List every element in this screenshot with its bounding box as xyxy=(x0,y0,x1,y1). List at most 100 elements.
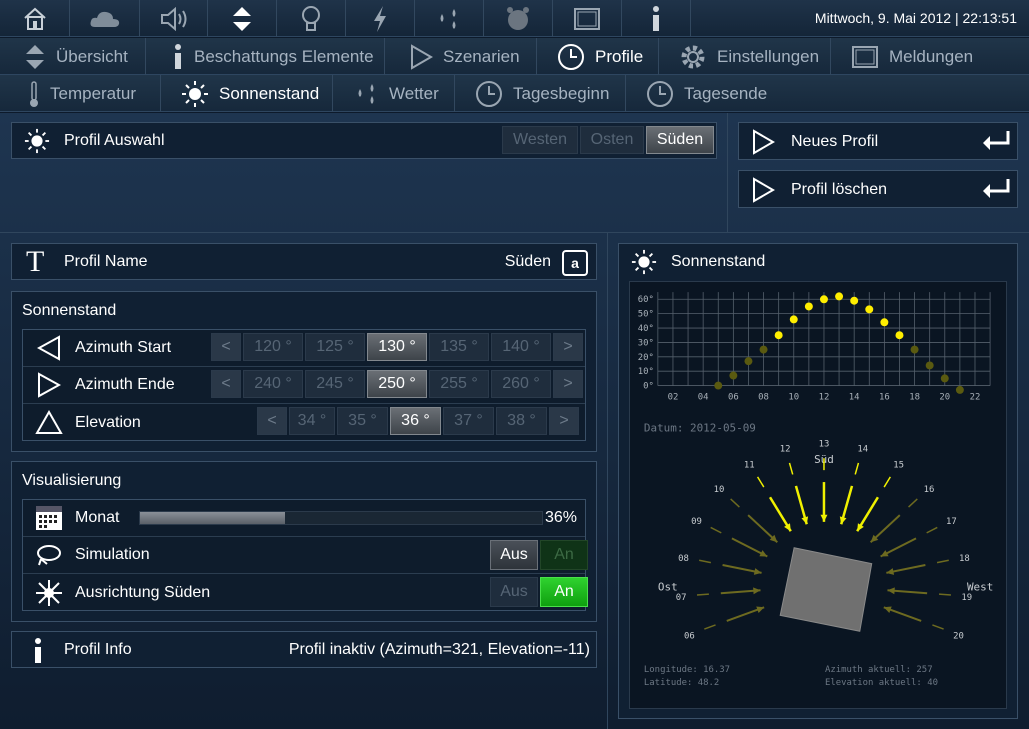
ausrichtung-an-button[interactable]: An xyxy=(540,577,588,607)
prev-button[interactable]: < xyxy=(211,370,241,398)
option-selected[interactable]: 130 ° xyxy=(367,333,427,361)
new-profile-label: Neues Profil xyxy=(791,133,879,150)
option[interactable]: 245 ° xyxy=(305,370,365,398)
monat-slider-fill xyxy=(140,512,285,524)
option[interactable]: 135 ° xyxy=(429,333,489,361)
drops-icon[interactable] xyxy=(415,0,484,37)
up-down-icon[interactable] xyxy=(208,0,277,37)
nav-label: Sonnenstand xyxy=(219,83,320,103)
sun-ray-tail xyxy=(710,526,722,534)
data-point xyxy=(850,296,859,305)
sun-ray-tail xyxy=(704,624,716,630)
window-icon xyxy=(851,45,879,69)
x-tick-label: 10 xyxy=(788,393,799,403)
delete-profile-button[interactable]: Profil löschen xyxy=(738,170,1018,208)
simulation-row: Simulation Aus An xyxy=(23,537,588,574)
building-shape xyxy=(779,547,873,632)
play-icon xyxy=(409,43,433,70)
y-tick-label: 60° xyxy=(638,295,654,305)
option-selected[interactable]: 250 ° xyxy=(367,370,427,398)
data-point xyxy=(925,361,934,370)
sun-ray-tail xyxy=(699,559,712,564)
x-tick-label: 12 xyxy=(819,393,830,403)
next-button[interactable]: > xyxy=(553,333,583,361)
speaker-icon[interactable] xyxy=(140,0,208,37)
next-button[interactable]: > xyxy=(553,370,583,398)
hour-label: 17 xyxy=(946,517,957,527)
thermometer-icon xyxy=(28,80,40,108)
nav-tagesbeginn[interactable]: Tagesbeginn xyxy=(455,75,626,112)
simulation-aus-button[interactable]: Aus xyxy=(490,540,538,570)
window-icon[interactable] xyxy=(553,0,622,37)
x-tick-label: 04 xyxy=(698,393,709,403)
lightning-icon[interactable] xyxy=(346,0,415,37)
nav-temperatur[interactable]: Temperatur xyxy=(0,75,161,112)
option[interactable]: 34 ° xyxy=(289,407,335,435)
data-point xyxy=(774,331,783,340)
data-point xyxy=(744,357,753,366)
y-tick-label: 40° xyxy=(638,324,654,334)
hour-label: 07 xyxy=(676,593,687,603)
nav-label: Tagesbeginn xyxy=(513,83,610,103)
x-tick-label: 16 xyxy=(879,393,890,403)
profil-selector: Westen Osten Süden xyxy=(500,126,714,154)
nav-beschattungs-elemente[interactable]: Beschattungs Elemente xyxy=(146,38,385,75)
option[interactable]: 38 ° xyxy=(496,407,547,435)
option[interactable]: 255 ° xyxy=(429,370,489,398)
nav-label: Temperatur xyxy=(50,83,136,103)
cloud-icon[interactable] xyxy=(70,0,140,37)
x-tick-label: 06 xyxy=(728,393,739,403)
azimuth-start-row: Azimuth Start < 120 ° 125 ° 130 ° 135 ° … xyxy=(23,330,585,367)
option-selected[interactable]: 36 ° xyxy=(390,407,441,435)
sonnenstand-panel: Sonnenstand Azimuth Start < 120 ° 125 ° … xyxy=(11,291,597,452)
elevation-label: Elevation xyxy=(75,413,141,431)
visualisierung-rows: Monat 36% Simulation Aus An Ausrichtung … xyxy=(22,499,588,611)
hour-label: 13 xyxy=(819,439,830,449)
option-sueden[interactable]: Süden xyxy=(646,126,714,154)
option[interactable]: 260 ° xyxy=(491,370,551,398)
nav-label: Wetter xyxy=(389,83,439,103)
chart-panel-title: Sonnenstand xyxy=(671,253,766,270)
home-icon[interactable] xyxy=(0,0,70,37)
nav-label: Beschattungs Elemente xyxy=(194,46,374,66)
nav-sonnenstand[interactable]: Sonnenstand xyxy=(161,75,333,112)
next-button[interactable]: > xyxy=(549,407,579,435)
info-icon[interactable] xyxy=(622,0,691,37)
alarm-clock-icon[interactable] xyxy=(484,0,553,37)
nav-tagesende[interactable]: Tagesende xyxy=(626,75,1029,112)
option[interactable]: 240 ° xyxy=(243,370,303,398)
bulb-icon[interactable] xyxy=(277,0,346,37)
nav-einstellungen[interactable]: Einstellungen xyxy=(659,38,831,75)
option[interactable]: 35 ° xyxy=(337,407,388,435)
option[interactable]: 140 ° xyxy=(491,333,551,361)
gear-icon xyxy=(679,43,707,71)
triangle-up-icon xyxy=(35,409,63,436)
x-tick-label: 02 xyxy=(668,393,679,403)
monat-slider[interactable] xyxy=(139,511,543,525)
compass-east: Ost xyxy=(658,580,678,593)
profil-info-label: Profil Info xyxy=(64,641,132,658)
simulation-label: Simulation xyxy=(75,546,150,563)
simulation-an-button[interactable]: An xyxy=(540,540,588,570)
nav-wetter[interactable]: Wetter xyxy=(333,75,455,112)
keyboard-icon[interactable]: a xyxy=(562,250,588,276)
prev-button[interactable]: < xyxy=(211,333,241,361)
sun-ray-tail xyxy=(936,559,949,564)
profil-info-row: Profil Info Profil inaktiv (Azimuth=321,… xyxy=(11,631,597,668)
hour-label: 11 xyxy=(744,460,755,470)
ausrichtung-aus-button[interactable]: Aus xyxy=(490,577,538,607)
sonnenstand-chart-panel: Sonnenstand 0° 10° 20° 30° 40° 50° 60° 02 04 06 08… xyxy=(618,243,1018,719)
option-osten[interactable]: Osten xyxy=(580,126,644,154)
azimuth-start-label: Azimuth Start xyxy=(75,339,172,356)
new-profile-button[interactable]: Neues Profil xyxy=(738,122,1018,160)
nav-profile[interactable]: Profile xyxy=(537,38,659,75)
nav-szenarien[interactable]: Szenarien xyxy=(385,38,537,75)
text-icon: T xyxy=(26,245,45,278)
prev-button[interactable]: < xyxy=(257,407,287,435)
nav-uebersicht[interactable]: Übersicht xyxy=(0,38,146,75)
option[interactable]: 120 ° xyxy=(243,333,303,361)
option-westen[interactable]: Westen xyxy=(502,126,578,154)
nav-meldungen[interactable]: Meldungen xyxy=(831,38,1029,75)
option[interactable]: 37 ° xyxy=(443,407,494,435)
option[interactable]: 125 ° xyxy=(305,333,365,361)
